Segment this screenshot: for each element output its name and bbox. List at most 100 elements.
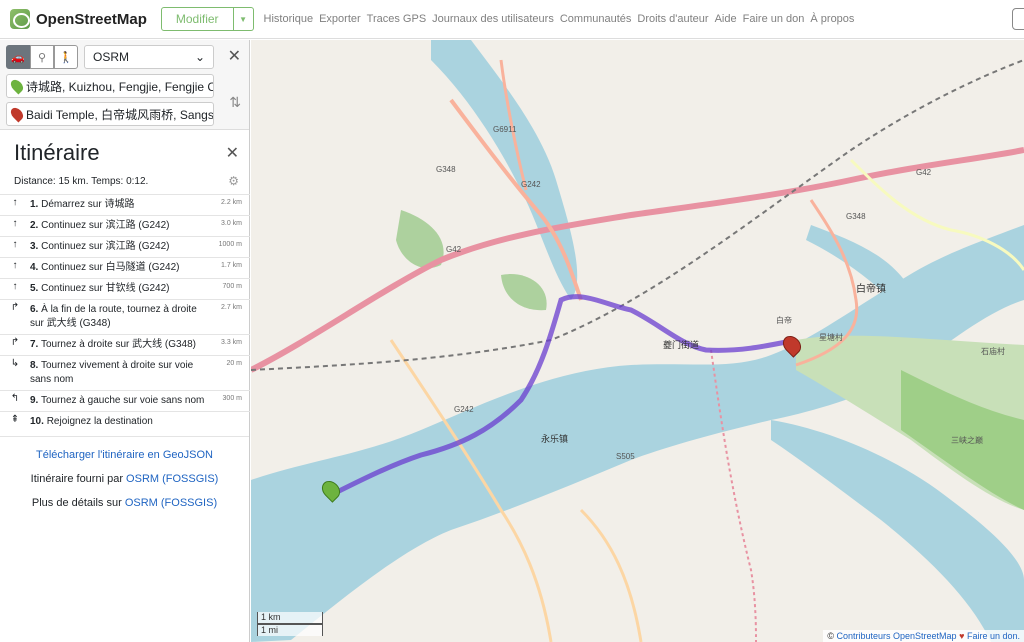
map-label-xingtan: 星塘村 (819, 333, 843, 342)
direction-step[interactable]: ⇞ 10. Rejoignez la destination (0, 411, 250, 432)
step-text: 10. Rejoignez la destination (30, 411, 210, 432)
step-instruction: Tournez à droite sur 武大线 (G348) (40, 339, 197, 350)
destination-icon: ⇞ (0, 411, 30, 432)
nav-communities[interactable]: Communautés (560, 13, 632, 25)
more-details-link[interactable]: OSRM (FOSSGIS) (125, 497, 217, 509)
map-label-baidi-town: 白帝镇 (856, 284, 886, 295)
direction-step[interactable]: ↳ 8. Tournez vivement à droite sur voie s… (0, 355, 250, 391)
logo[interactable]: OpenStreetMap (10, 9, 147, 29)
step-text: 9. Tournez à gauche sur voie sans nom (30, 390, 210, 412)
donate-link[interactable]: Faire un don. (967, 631, 1020, 641)
step-distance: 3.3 km (210, 334, 250, 356)
gear-icon[interactable]: ⚙ (228, 174, 239, 188)
nav-history[interactable]: Historique (264, 13, 314, 25)
step-distance: 20 m (210, 355, 250, 391)
nav-about[interactable]: À propos (810, 13, 854, 25)
close-icon[interactable]: ✕ (228, 46, 241, 66)
step-distance: 2.7 km (210, 299, 250, 335)
main-nav: Historique Exporter Traces GPS Journaux … (264, 13, 855, 25)
nav-donate[interactable]: Faire un don (743, 13, 805, 25)
osm-contributors-link[interactable]: Contributeurs OpenStreetMap (837, 631, 957, 641)
step-instruction: Démarrez sur 诗城路 (41, 199, 135, 210)
directions-title: Itinéraire (14, 140, 100, 165)
download-geojson-link[interactable]: Télécharger l'itinéraire en GeoJSON (36, 449, 213, 461)
heart-icon: ♥ (959, 631, 965, 641)
to-field[interactable]: Baidi Temple, 白帝城风雨桥, Sangsh (6, 102, 214, 126)
step-instruction: Continuez sur 白马隧道 (G242) (41, 262, 180, 273)
route-links: Télécharger l'itinéraire en GeoJSON Itin… (0, 436, 249, 509)
walk-mode-icon[interactable]: 🚶 (54, 45, 78, 69)
step-text: 3. Continuez sur 滨江路 (G242) (30, 236, 210, 258)
step-text: 7. Tournez à droite sur 武大线 (G348) (30, 334, 210, 356)
straight-icon: ↑ (0, 257, 30, 279)
sidebar: 🚗 ⚲ 🚶 OSRM ⌄ ✕ 诗城路, Kuizhou, Fengjie, Fe… (0, 40, 250, 642)
direction-step[interactable]: ↱ 7. Tournez à droite sur 武大线 (G348) 3.3 k… (0, 334, 250, 356)
step-number: 9. (30, 395, 39, 406)
start-marker-icon (8, 77, 26, 95)
direction-step[interactable]: ↑ 4. Continuez sur 白马隧道 (G242) 1.7 km (0, 257, 250, 279)
straight-icon: ↑ (0, 236, 30, 258)
map-label-g242-south: G242 (454, 405, 474, 414)
provided-by-label: Itinéraire fourni par (30, 473, 123, 485)
map-canvas (251, 40, 1024, 642)
direction-step[interactable]: ↑ 1. Démarrez sur 诗城路 2.2 km (0, 194, 250, 216)
nav-copyright[interactable]: Droits d'auteur (637, 13, 708, 25)
step-number: 1. (30, 199, 39, 210)
map-attribution: © Contributeurs OpenStreetMap ♥ Faire un… (823, 630, 1024, 642)
map-label-kuimen: 夔门街道 (663, 340, 700, 350)
more-details-label: Plus de détails sur (31, 497, 122, 509)
step-instruction: Continuez sur 滨江路 (G242) (41, 220, 170, 231)
turn-right-icon: ↱ (0, 334, 30, 356)
direction-step[interactable]: ↑ 3. Continuez sur 滨江路 (G242) 1000 m (0, 236, 250, 258)
top-bar: OpenStreetMap Modifier ▼ Historique Expo… (0, 0, 1024, 39)
scale-mi: 1 mi (257, 624, 323, 636)
user-menu-button[interactable] (1012, 8, 1024, 30)
map-label-s505: S505 (616, 452, 635, 461)
step-distance: 700 m (210, 278, 250, 300)
step-instruction: Continuez sur 滨江路 (G242) (41, 241, 170, 252)
map-label-g42: G42 (446, 245, 462, 254)
forest-area (501, 274, 547, 311)
provider-link[interactable]: OSRM (FOSSGIS) (126, 473, 218, 485)
direction-step[interactable]: ↱ 6. À la fin de la route, tournez à droi… (0, 299, 250, 335)
map-label-g348: G348 (436, 165, 456, 174)
map-view[interactable]: G6911 G348 G242 G42 G42 G348 G242 白帝镇 夔门… (251, 40, 1024, 642)
end-marker-icon (8, 105, 26, 123)
routing-engine-value: OSRM (93, 50, 129, 64)
step-instruction: À la fin de la route, tournez à droite s… (30, 304, 197, 329)
step-distance: 1000 m (210, 236, 250, 258)
direction-step[interactable]: ↑ 5. Continuez sur 甘钦线 (G242) 700 m (0, 278, 250, 300)
direction-step[interactable]: ↑ 2. Continuez sur 滨江路 (G242) 3.0 km (0, 215, 250, 237)
car-mode-icon[interactable]: 🚗 (6, 45, 30, 69)
secondary-road (579, 508, 643, 642)
close-icon[interactable]: ✕ (226, 143, 239, 163)
direction-step[interactable]: ↰ 9. Tournez à gauche sur voie sans nom 30… (0, 390, 250, 412)
step-instruction: Continuez sur 甘钦线 (G242) (41, 283, 170, 294)
edit-button[interactable]: Modifier (160, 7, 234, 31)
mode-row: 🚗 ⚲ 🚶 OSRM ⌄ (6, 44, 243, 70)
osm-logo-icon (10, 9, 30, 29)
step-distance (210, 411, 250, 432)
step-number: 8. (30, 360, 39, 371)
step-distance: 3.0 km (210, 215, 250, 237)
swap-icon[interactable]: ⇅ (229, 94, 241, 111)
nav-export[interactable]: Exporter (319, 13, 361, 25)
map-label-yongle: 永乐镇 (541, 434, 569, 444)
step-text: 4. Continuez sur 白马隧道 (G242) (30, 257, 210, 279)
step-distance: 1.7 km (210, 257, 250, 279)
step-number: 2. (30, 220, 39, 231)
bicycle-mode-icon[interactable]: ⚲ (30, 45, 54, 69)
from-field[interactable]: 诗城路, Kuizhou, Fengjie, Fengjie Co (6, 74, 214, 98)
turn-left-icon: ↰ (0, 390, 30, 412)
map-label-sanxia: 三峡之巅 (951, 436, 983, 445)
step-number: 4. (30, 262, 39, 273)
step-instruction: Tournez vivement à droite sur voie sans … (30, 360, 194, 385)
route-form: 🚗 ⚲ 🚶 OSRM ⌄ ✕ 诗城路, Kuizhou, Fengjie, Fe… (0, 40, 249, 130)
nav-user-diaries[interactable]: Journaux des utilisateurs (432, 13, 554, 25)
nav-gps-traces[interactable]: Traces GPS (367, 13, 427, 25)
nav-help[interactable]: Aide (715, 13, 737, 25)
routing-engine-select[interactable]: OSRM ⌄ (84, 45, 214, 69)
step-distance: 300 m (210, 390, 250, 412)
edit-dropdown-icon[interactable]: ▼ (233, 7, 254, 31)
map-label-g242: G242 (521, 180, 541, 189)
